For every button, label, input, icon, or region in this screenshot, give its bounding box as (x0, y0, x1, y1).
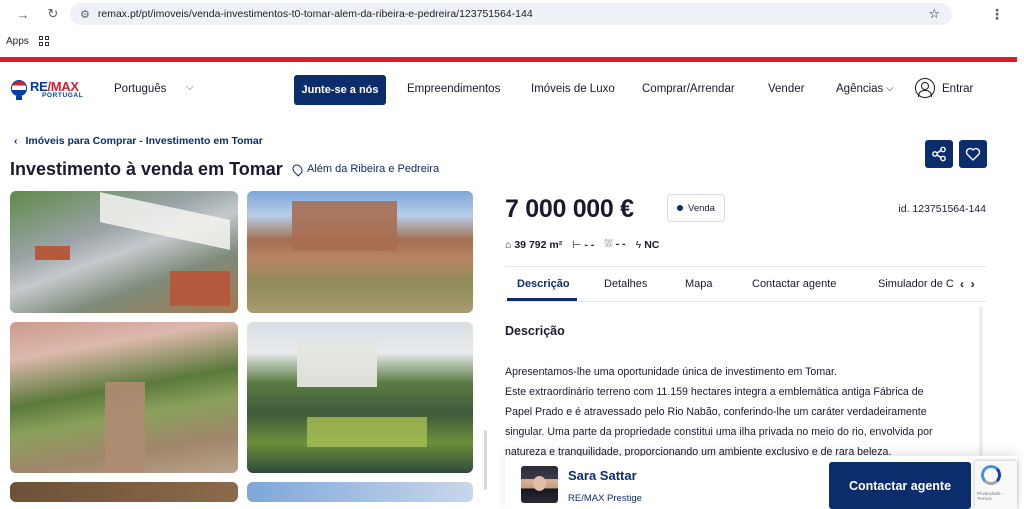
agent-avatar (521, 466, 558, 503)
tab-descricao[interactable]: Descrição (517, 278, 570, 290)
site-info-icon[interactable]: ⚙ (80, 8, 90, 21)
chevron-left-icon[interactable]: ‹ (960, 277, 964, 291)
map-pin-icon (290, 161, 305, 177)
agent-agency: RE/MAX Prestige (568, 493, 642, 504)
chevron-down-icon[interactable]: ⌵ (186, 82, 194, 93)
tab-contactar-agente[interactable]: Contactar agente (752, 278, 836, 290)
logo-subtitle: PORTUGAL (42, 92, 84, 99)
nav-comprar-arrendar[interactable]: Comprar/Arrendar (642, 83, 735, 95)
status-badge: Venda (667, 194, 725, 222)
description-line: Apresentamos-lhe uma oportunidade única … (505, 366, 837, 378)
breadcrumb-text[interactable]: Imóveis para Comprar - Investimento em T… (26, 135, 263, 147)
gallery-photo-5[interactable] (10, 482, 238, 502)
breadcrumb[interactable]: ‹ Imóveis para Comprar - Investimento em… (14, 135, 263, 147)
spec-area: 39 792 m² (514, 238, 563, 251)
gallery-photo-river[interactable] (247, 322, 473, 473)
description-panel: Descrição Apresentamos-lhe uma oportunid… (505, 302, 986, 460)
energy-icon: ϟ (635, 238, 642, 251)
recaptcha-text[interactable]: Privacidade - Termos (977, 491, 1017, 501)
nav-imoveis-luxo[interactable]: Imóveis de Luxo (531, 83, 615, 95)
active-tab-indicator (507, 298, 577, 301)
tab-grid-icon[interactable] (38, 36, 49, 46)
description-line: Papel Prado e é atravessado pelo Rio Nab… (505, 406, 927, 418)
listing-specs: ⌂ 39 792 m² ⊢ - - ⛆ - - ϟ NC (505, 238, 659, 251)
bookmark-star-icon[interactable]: ☆ (928, 6, 940, 22)
gallery-photo-manor[interactable] (247, 191, 473, 313)
description-line: Este extraordinário terreno com 11.159 h… (505, 386, 924, 398)
gallery-photo-6[interactable] (247, 482, 473, 502)
tab-mapa[interactable]: Mapa (685, 278, 713, 290)
site-header: RE/MAX PORTUGAL Português ⌵ Junte-se a n… (0, 62, 1017, 120)
address-bar[interactable]: ⚙ remax.pt/pt/imoveis/venda-investimento… (70, 3, 952, 25)
remax-logo[interactable]: RE/MAX PORTUGAL (11, 80, 83, 100)
tab-simulador[interactable]: Simulador de C (878, 278, 954, 290)
user-icon[interactable] (915, 78, 935, 98)
url-text: remax.pt/pt/imoveis/venda-investimentos-… (97, 8, 533, 20)
join-button[interactable]: Junte-se a nós (294, 75, 386, 105)
agent-contact-bar: Sara Sattar RE/MAX Prestige Contactar ag… (505, 456, 1017, 509)
forward-icon[interactable]: → (12, 7, 34, 22)
status-dot-icon (677, 205, 684, 211)
reload-icon[interactable]: ↻ (42, 6, 64, 22)
description-scrollbar[interactable] (979, 306, 983, 456)
browser-menu-icon[interactable]: ⋮ (990, 6, 1004, 23)
listing-id: id. 123751564-144 (898, 203, 986, 215)
status-label: Venda (688, 202, 715, 214)
recaptcha-icon (981, 465, 1001, 485)
nav-vender[interactable]: Vender (768, 83, 804, 95)
tab-scroll-arrows[interactable]: ‹ › (958, 277, 975, 291)
gallery-photo-stairs[interactable] (10, 322, 238, 473)
share-icon (932, 146, 946, 162)
listing-price: 7 000 000 € (505, 195, 634, 223)
recaptcha-badge[interactable]: Privacidade - Termos (975, 461, 1017, 509)
back-chevron-icon[interactable]: ‹ (14, 135, 18, 147)
spec-bathrooms: - - (615, 238, 626, 250)
spec-energy: NC (644, 238, 660, 251)
agencias-chevron-icon[interactable]: ⌵ (886, 83, 894, 94)
listing-tabs: Descrição Detalhes Mapa Contactar agente… (505, 266, 986, 302)
description-text: Apresentamos-lhe uma oportunidade única … (505, 362, 975, 460)
chevron-right-icon[interactable]: › (971, 277, 975, 291)
bookmark-apps[interactable]: Apps (6, 36, 29, 47)
bath-icon: ⛆ (604, 238, 613, 250)
location-link[interactable]: Além da Ribeira e Pedreira (290, 161, 439, 177)
tab-detalhes[interactable]: Detalhes (604, 278, 647, 290)
gallery-scrollbar[interactable] (484, 430, 487, 490)
spec-bedrooms: - - (584, 238, 595, 251)
agent-name[interactable]: Sara Sattar (568, 468, 637, 483)
heart-icon (965, 147, 981, 161)
language-selector[interactable]: Português (114, 83, 166, 95)
nav-empreendimentos[interactable]: Empreendimentos (407, 83, 500, 95)
description-heading: Descrição (505, 324, 565, 338)
bookmarks-bar: Apps (0, 28, 1024, 54)
description-line: singular. Uma parte da propriedade const… (505, 426, 933, 438)
contact-agent-button[interactable]: Contactar agente (829, 462, 971, 509)
page-title: Investimento à venda em Tomar (10, 159, 283, 179)
nav-agencias[interactable]: Agências (836, 83, 883, 95)
bed-icon: ⊢ (572, 238, 582, 251)
favorite-button[interactable] (959, 140, 987, 168)
location-text[interactable]: Além da Ribeira e Pedreira (307, 163, 439, 175)
house-area-icon: ⌂ (505, 238, 512, 251)
login-link[interactable]: Entrar (942, 83, 973, 95)
share-button[interactable] (925, 140, 953, 168)
gallery-photo-aerial[interactable] (10, 191, 238, 313)
balloon-icon (11, 80, 27, 100)
